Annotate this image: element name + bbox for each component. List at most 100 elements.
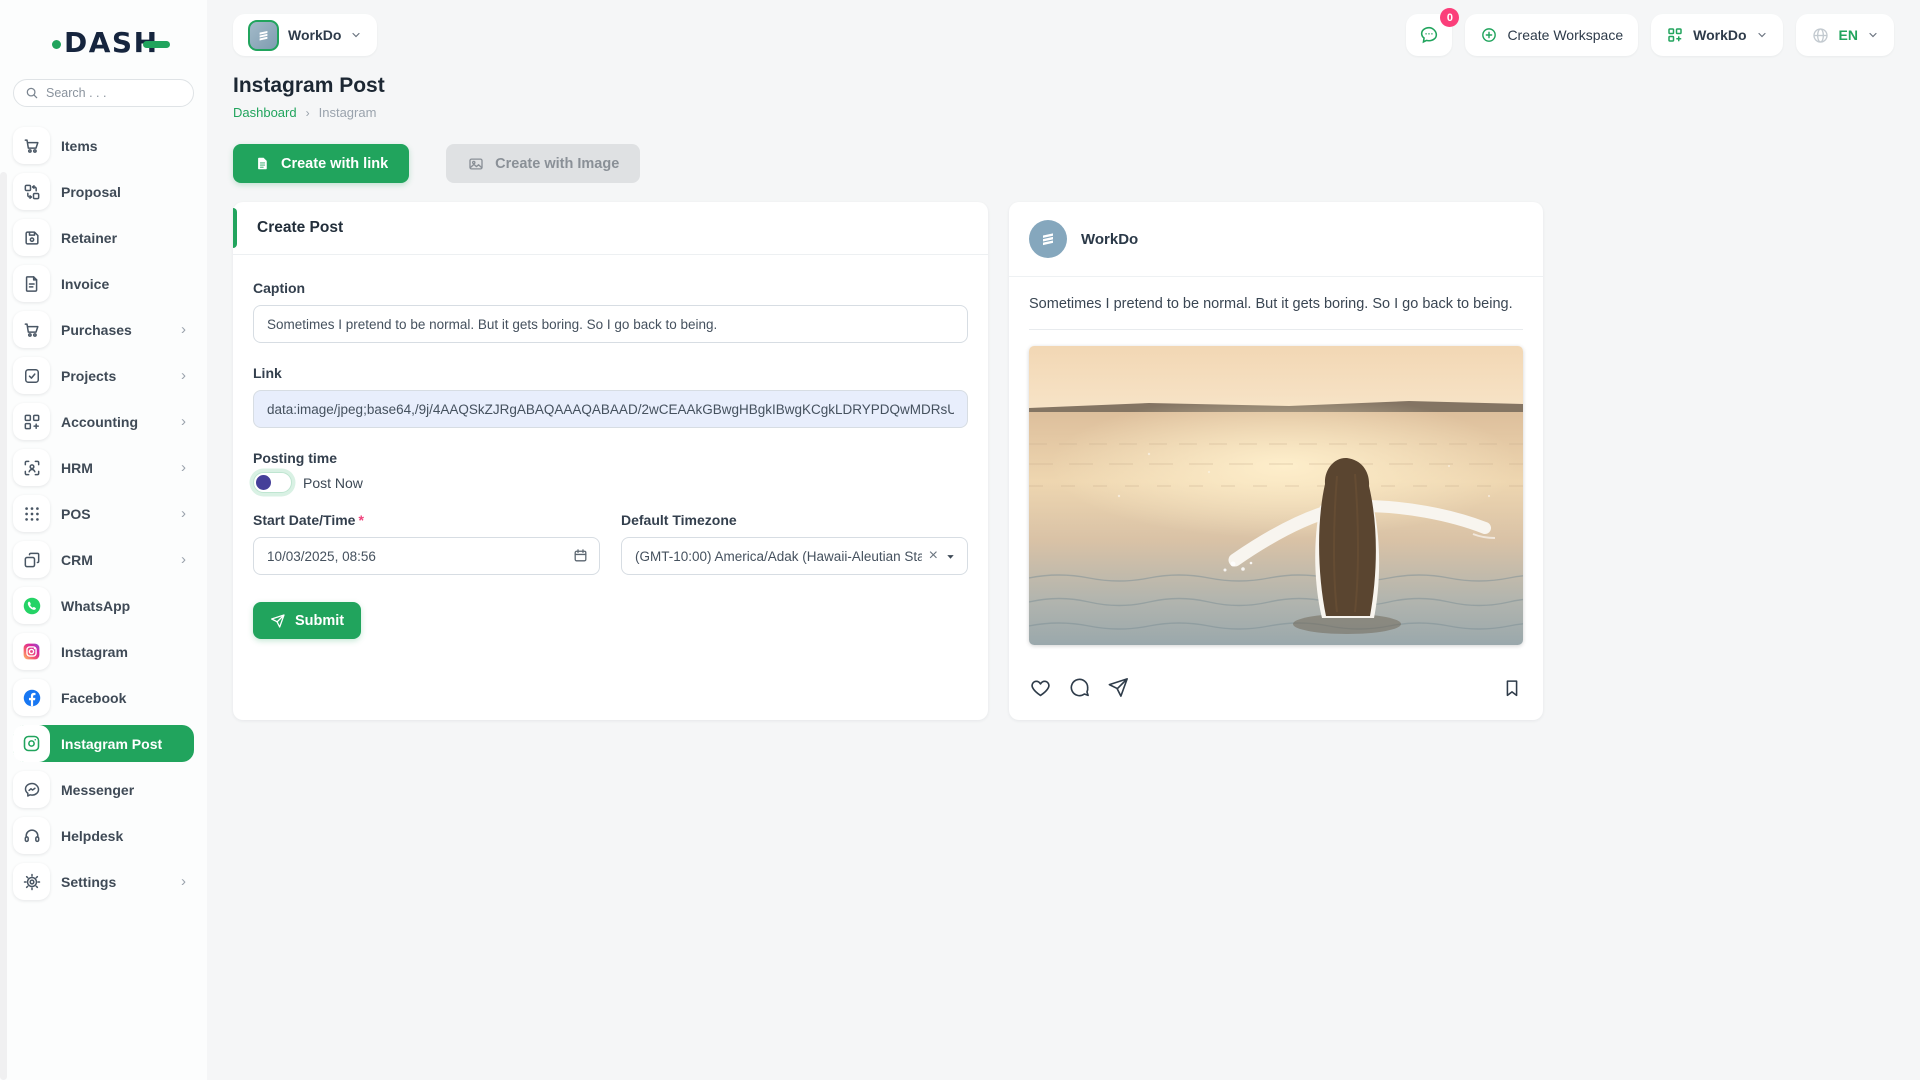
caption-field-group: Caption [253,280,968,343]
sidebar-item-items[interactable]: Items [13,127,194,164]
sidebar-item-instagram-post[interactable]: Instagram Post [13,725,194,762]
cart-icon [13,311,50,348]
card-title: Create Post [257,219,964,237]
caption-label: Caption [253,280,968,296]
globe-icon [1811,26,1830,45]
start-datetime-label: Start Date/Time* [253,512,600,528]
create-post-card: Create Post Caption Link Posting time [233,202,988,720]
link-label: Link [253,365,968,381]
workdo-menu-button[interactable]: WorkDo [1651,14,1782,56]
sidebar-item-whatsapp[interactable]: WhatsApp [13,587,194,624]
create-with-image-button[interactable]: Create with Image [446,144,640,183]
start-datetime-field: Start Date/Time* [253,512,600,575]
sidebar-item-accounting[interactable]: Accounting › [13,403,194,440]
submit-button[interactable]: Submit [253,602,361,639]
language-label: EN [1839,27,1858,43]
chevron-right-icon: › [181,460,194,475]
proposal-icon [13,173,50,210]
chat-icon [1418,24,1440,46]
chevron-right-icon: › [181,322,194,337]
sidebar-item-pos[interactable]: POS › [13,495,194,532]
dots-grid-icon [13,495,50,532]
sidebar-item-label: Helpdesk [61,828,123,844]
preview-header: WorkDo [1009,202,1543,277]
sidebar: DASH Items Proposal Retainer [0,0,207,1080]
messenger-icon [13,771,50,808]
required-asterisk: * [358,512,363,528]
messages-button[interactable]: 0 [1406,14,1452,56]
clear-selection-icon[interactable]: × [929,548,938,564]
user-focus-icon [13,449,50,486]
account-name: WorkDo [1081,231,1138,248]
link-field-group: Link [253,365,968,428]
account-avatar [1029,220,1067,258]
sidebar-item-hrm[interactable]: HRM › [13,449,194,486]
sidebar-item-projects[interactable]: Projects › [13,357,194,394]
posting-time-group: Posting time Post Now [253,450,968,493]
sidebar-menu: Items Proposal Retainer Invoice Purchase… [0,123,207,900]
caption-input[interactable] [253,305,968,343]
create-workspace-button[interactable]: Create Workspace [1465,14,1638,56]
timezone-select[interactable]: (GMT-10:00) America/Adak (Hawaii-Aleutia… [621,537,968,575]
sidebar-item-label: Instagram Post [61,736,162,752]
create-workspace-label: Create Workspace [1507,27,1623,43]
logo-dot [52,40,61,49]
sidebar-item-purchases[interactable]: Purchases › [13,311,194,348]
check-square-icon [13,357,50,394]
sidebar-item-retainer[interactable]: Retainer [13,219,194,256]
facebook-icon [13,679,50,716]
page-title: Instagram Post [233,74,1894,98]
share-send-icon[interactable] [1107,676,1130,699]
sidebar-item-helpdesk[interactable]: Helpdesk [13,817,194,854]
sidebar-item-label: POS [61,506,91,522]
bookmark-icon[interactable] [1501,677,1523,699]
chevron-right-icon: › [181,368,194,383]
sidebar-item-proposal[interactable]: Proposal [13,173,194,210]
sidebar-item-instagram[interactable]: Instagram [13,633,194,670]
card-body: Caption Link Posting time Post Now [233,255,988,664]
building-icon [1038,229,1058,249]
action-row: Create with link Create with Image [233,144,1894,183]
preview-caption: Sometimes I pretend to be normal. But it… [1029,296,1523,312]
sidebar-search [13,79,194,107]
chevron-down-icon [1756,29,1768,41]
sidebar-item-settings[interactable]: Settings › [13,863,194,900]
instagram-icon [13,725,50,762]
whatsapp-icon [13,587,50,624]
like-heart-icon[interactable] [1029,676,1052,699]
datetime-timezone-row: Start Date/Time* Default Timezone [253,512,968,575]
workspace-switcher[interactable]: WorkDo [233,14,377,56]
page-content: Instagram Post Dashboard › Instagram Cre… [207,60,1920,720]
sidebar-item-label: Items [61,138,98,154]
logo[interactable]: DASH [52,26,207,59]
grid-plus-icon [13,403,50,440]
sidebar-item-label: Invoice [61,276,109,292]
app-root: DASH Items Proposal Retainer [0,0,1920,1080]
comment-icon[interactable] [1068,676,1091,699]
create-with-link-label: Create with link [281,156,388,172]
sidebar-item-facebook[interactable]: Facebook [13,679,194,716]
start-datetime-input[interactable] [253,537,600,575]
breadcrumb: Dashboard › Instagram [233,105,1894,120]
search-input[interactable] [46,86,182,100]
posting-time-label: Posting time [253,450,968,466]
create-with-link-button[interactable]: Create with link [233,144,409,183]
card-header: Create Post [233,202,988,255]
chevron-right-icon: › [181,414,194,429]
link-input[interactable] [253,390,968,428]
preview-body: Sometimes I pretend to be normal. But it… [1009,277,1543,699]
post-now-label: Post Now [303,475,363,491]
sidebar-item-invoice[interactable]: Invoice [13,265,194,302]
language-selector[interactable]: EN [1796,14,1894,56]
post-preview-card: WorkDo Sometimes I pretend to be normal.… [1009,202,1543,720]
post-now-toggle[interactable] [253,472,292,493]
sidebar-item-label: HRM [61,460,93,476]
gear-icon [13,863,50,900]
save-icon [13,219,50,256]
sidebar-item-label: Instagram [61,644,128,660]
sidebar-item-crm[interactable]: CRM › [13,541,194,578]
plus-circle-icon [1480,26,1498,44]
sidebar-item-messenger[interactable]: Messenger [13,771,194,808]
instagram-icon [13,633,50,670]
breadcrumb-dashboard-link[interactable]: Dashboard [233,105,297,120]
